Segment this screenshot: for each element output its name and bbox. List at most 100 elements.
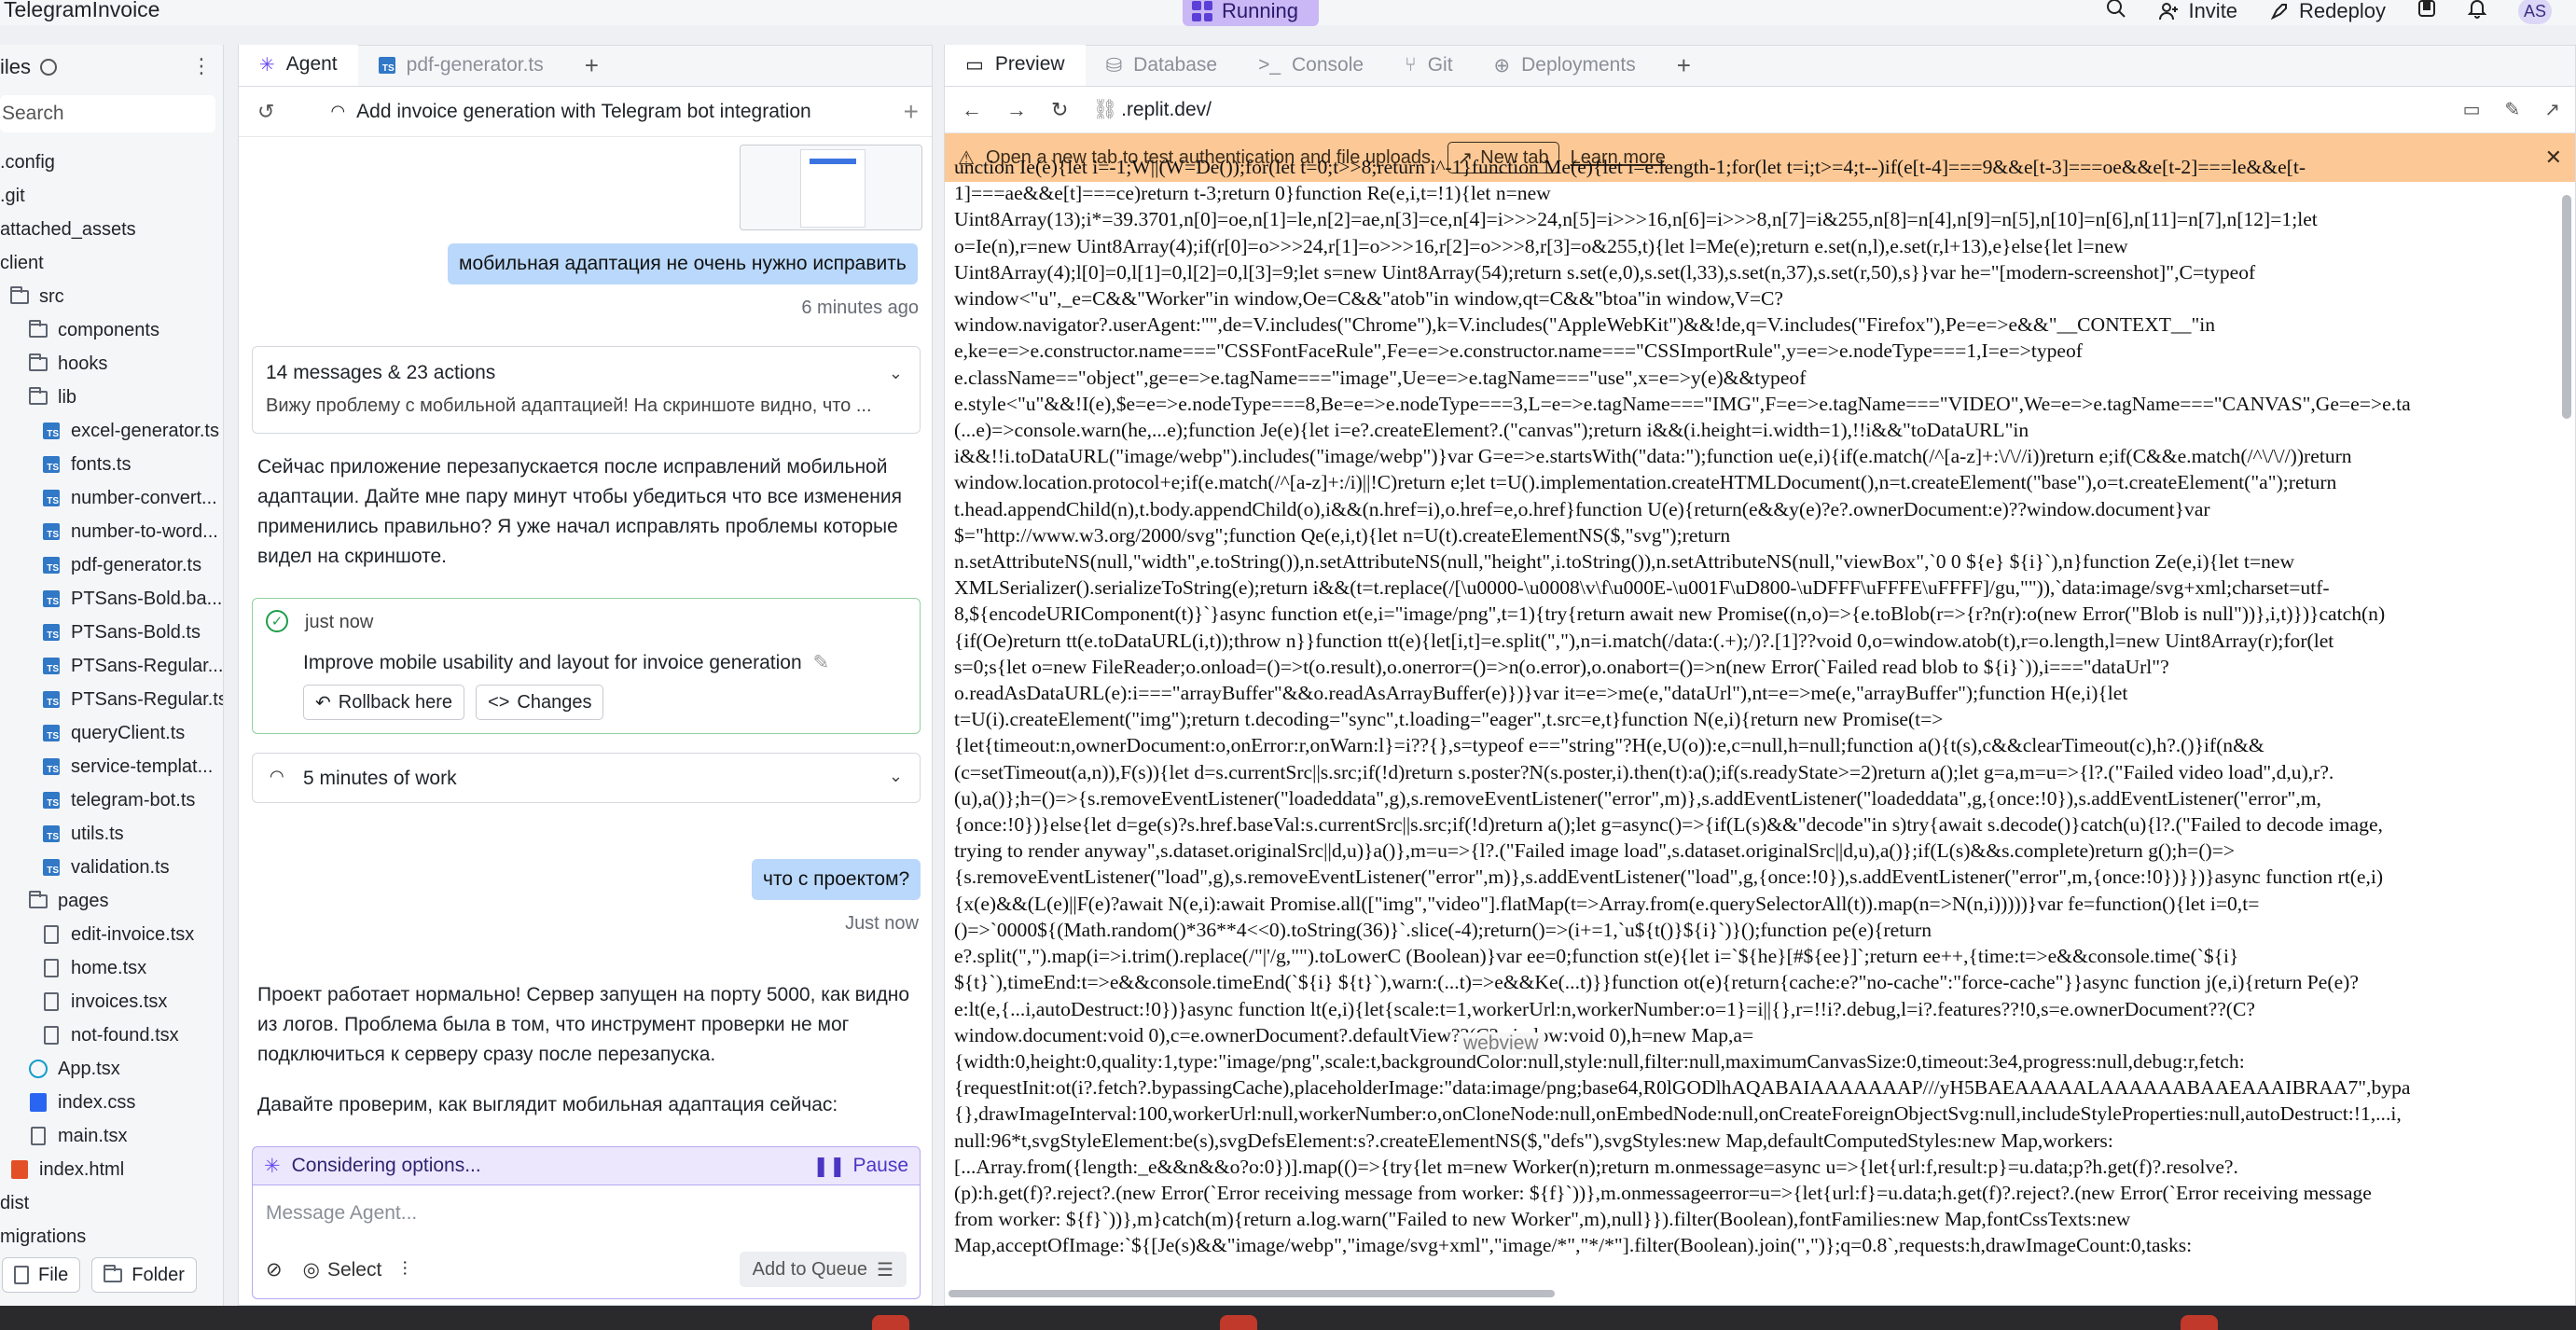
history-icon[interactable]: ↺ (257, 100, 274, 124)
message-input[interactable]: Message Agent... (266, 1202, 417, 1225)
reload-icon[interactable]: ↻ (1051, 98, 1068, 122)
user-message: что с проектом? (752, 859, 921, 900)
file-tree-label: PTSans-Regular.ts (71, 688, 223, 710)
ts-icon: TS (41, 557, 62, 574)
file-tree: .config .git attached_assets client src compo… (0, 145, 223, 1254)
forward-icon[interactable]: → (1006, 98, 1027, 122)
file-tree-item[interactable]: App.tsx (0, 1052, 223, 1086)
file-tree-item[interactable]: pages (0, 884, 223, 918)
file-tree-item[interactable]: TS validation.ts (0, 851, 223, 884)
more-options-icon[interactable]: ⋮ (191, 54, 212, 78)
run-status-button[interactable]: Running (1183, 0, 1319, 26)
folder-icon (28, 386, 48, 406)
file-tree-item[interactable]: invoices.tsx (0, 985, 223, 1018)
source-line: e?.split(",").map(i=>i.trim().replace(/"… (954, 945, 2239, 968)
avatar[interactable]: AS (2518, 0, 2552, 24)
tab-agent[interactable]: ✳ Agent (239, 45, 358, 86)
layout-icon[interactable] (2417, 0, 2436, 23)
tab-preview[interactable]: ▭ Preview (945, 45, 1086, 86)
new-folder-button[interactable]: Folder (91, 1257, 197, 1293)
file-tree-item[interactable]: hooks (0, 347, 223, 381)
chevron-down-icon[interactable]: ⌄ (889, 364, 903, 383)
add-tab-button[interactable]: + (564, 45, 619, 86)
source-line: null:96*t,svgStyleElement:be(s),svgDefsE… (954, 1129, 2113, 1152)
file-sidebar: iles ⋮ Search .config .git attached_assets… (0, 45, 224, 1306)
external-link-icon[interactable]: ↗ (2544, 98, 2560, 121)
horizontal-scrollbar[interactable] (949, 1290, 1555, 1297)
file-tree-item[interactable]: components (0, 313, 223, 347)
wrench-icon[interactable]: ✎ (2504, 98, 2520, 121)
add-tab-button[interactable]: + (1656, 45, 1711, 86)
file-tree-label: .git (0, 185, 25, 206)
sync-icon[interactable] (40, 59, 58, 76)
new-file-button[interactable]: File (2, 1257, 81, 1293)
thread-title[interactable]: ◠ Add invoice generation with Telegram b… (330, 101, 810, 123)
tab-pdf-generator[interactable]: TS pdf-generator.ts (358, 45, 564, 86)
invite-button[interactable]: Invite (2158, 0, 2237, 23)
url-field[interactable]: ⛓ .replit.dev/ (1092, 99, 1212, 121)
tab-git[interactable]: ⑂ Git (1384, 45, 1473, 86)
file-tree-label: index.css (58, 1091, 136, 1113)
file-tree-item[interactable]: index.css (0, 1086, 223, 1119)
tab-database[interactable]: ⛁ Database (1086, 45, 1239, 86)
file-tree-item[interactable]: migrations (0, 1220, 223, 1254)
select-button[interactable]: ◎ Select (303, 1258, 382, 1282)
file-tree-item[interactable]: TS PTSans-Regular.... (0, 649, 223, 683)
message-composer[interactable]: Message Agent... ⊘ ◎ Select ⫶ Add to Que… (252, 1185, 921, 1299)
invite-label: Invite (2188, 0, 2238, 22)
file-tree-item[interactable]: TS number-convert... (0, 481, 223, 515)
new-thread-button[interactable]: + (904, 97, 919, 127)
globe-icon: ⊕ (1493, 54, 1511, 76)
file-tree-item[interactable]: index.html (0, 1153, 223, 1186)
file-tree-item[interactable]: dist (0, 1186, 223, 1220)
file-tree-label: hooks (58, 353, 108, 374)
chevron-down-icon[interactable]: ⌄ (889, 767, 903, 786)
bell-icon[interactable] (2467, 0, 2487, 24)
file-tree-item[interactable]: TS service-templat... (0, 750, 223, 783)
file-tree-item[interactable]: TS excel-generator.ts (0, 414, 223, 448)
file-tree-item[interactable]: attached_assets (0, 213, 223, 246)
redeploy-button[interactable]: Redeploy (2269, 0, 2386, 23)
file-search-input[interactable]: Search (0, 95, 215, 132)
file-tree-item[interactable]: client (0, 246, 223, 280)
attach-icon[interactable]: ⊘ (266, 1258, 283, 1282)
tab-deployments[interactable]: ⊕ Deployments (1474, 45, 1656, 86)
file-tree-item[interactable]: .config (0, 145, 223, 179)
file-tree-item[interactable]: TS PTSans-Bold.ba... (0, 582, 223, 616)
rollback-button[interactable]: ↶ Rollback here (303, 685, 465, 720)
source-line: [...Array.from({length:_e&&n&&o?o:0})].m… (954, 1155, 2238, 1178)
file-tree-item[interactable]: home.tsx (0, 951, 223, 985)
actions-summary-card[interactable]: 14 messages & 23 actions Вижу проблему с… (252, 346, 921, 434)
search-icon[interactable] (2106, 0, 2126, 24)
ts-icon: TS (41, 423, 62, 439)
tab-console[interactable]: >_ Console (1238, 45, 1384, 86)
file-tree-item[interactable]: not-found.tsx (0, 1018, 223, 1052)
file-tree-item[interactable]: TS fonts.ts (0, 448, 223, 481)
devices-icon[interactable]: ▭ (2463, 98, 2481, 121)
file-tree-item[interactable]: edit-invoice.tsx (0, 918, 223, 951)
file-tree-item[interactable]: main.tsx (0, 1119, 223, 1153)
screenshot-thumbnail[interactable] (740, 145, 922, 230)
pause-button[interactable]: ❚❚ Pause (812, 1155, 908, 1178)
file-tree-item[interactable]: TS PTSans-Regular.ts (0, 683, 223, 716)
file-tree-item[interactable]: TS queryClient.ts (0, 716, 223, 750)
settings-sliders-icon[interactable]: ⫶ (402, 1259, 407, 1282)
vertical-scrollbar[interactable] (2562, 195, 2571, 419)
file-tree-item[interactable]: .git (0, 179, 223, 213)
app-title: TelegramInvoice (4, 0, 160, 21)
back-icon[interactable]: ← (962, 98, 982, 122)
add-to-queue-button[interactable]: Add to Queue ☰ (739, 1252, 907, 1287)
source-line: o.readAsDataURL(e):i==="arrayBuffer"&&o.… (954, 682, 2128, 705)
file-tree-item[interactable]: src (0, 280, 223, 313)
edit-icon[interactable]: ✎ (813, 651, 830, 674)
webview-content[interactable]: unction Ie(e){let i=-1;W||(W=De());for(l… (954, 154, 2555, 1294)
work-summary-card[interactable]: ◠ 5 minutes of work ⌄ (252, 753, 921, 803)
file-tree-item[interactable]: TS PTSans-Bold.ts (0, 616, 223, 649)
file-tree-item[interactable]: TS telegram-bot.ts (0, 783, 223, 817)
source-line: s=0;s{let o=new FileReader;o.onload=()=>… (954, 655, 2169, 678)
changes-button[interactable]: <> Changes (476, 685, 604, 720)
file-tree-item[interactable]: TS pdf-generator.ts (0, 548, 223, 582)
file-tree-item[interactable]: TS utils.ts (0, 817, 223, 851)
file-tree-item[interactable]: lib (0, 381, 223, 414)
file-tree-item[interactable]: TS number-to-word... (0, 515, 223, 548)
